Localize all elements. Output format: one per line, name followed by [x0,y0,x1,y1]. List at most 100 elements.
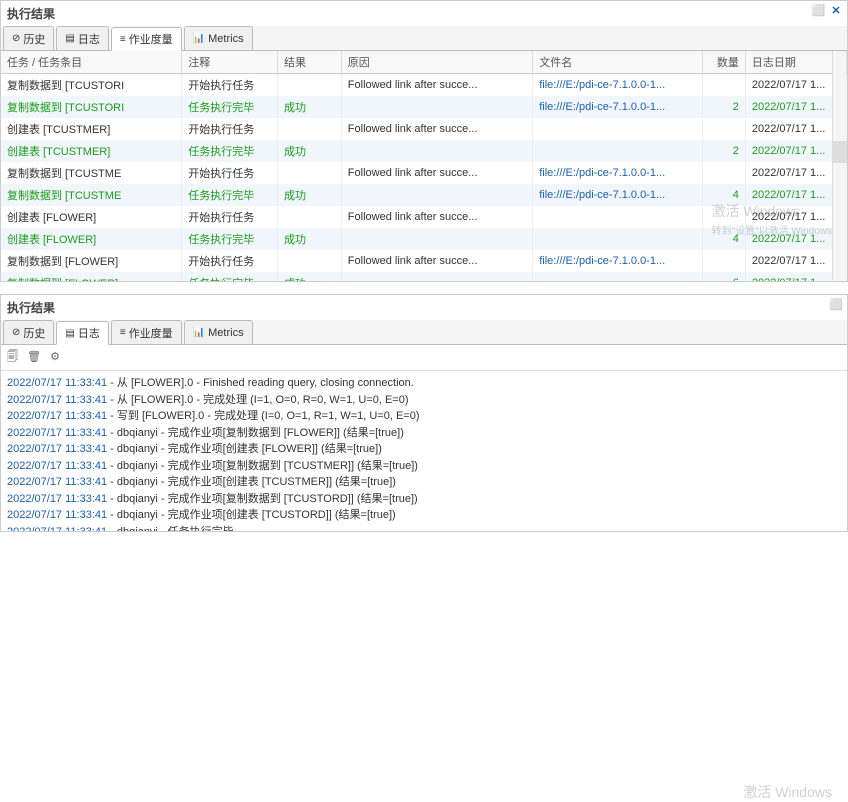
tab-icon: ⊘ [12,327,20,338]
cell [533,206,703,228]
cell: Followed link after succe... [341,250,532,272]
cell [703,250,746,272]
cell: 复制数据到 [TCUSTME [1,162,182,184]
cell [278,74,342,97]
tab-icon: ▤ [65,328,74,339]
scrollbar[interactable] [832,51,846,280]
cell: 创建表 [FLOWER] [1,206,182,228]
log-line: 2022/07/17 11:33:41 - 从 [FLOWER].0 - Fin… [7,375,841,392]
th-comment[interactable]: 注释 [182,51,278,74]
cell: 任务执行完毕 [182,184,278,206]
tabs-bar-2: ⊘历史▤日志≡作业度量📊Metrics [1,320,847,345]
log-timestamp: 2022/07/17 11:33:41 [7,377,107,389]
table-row[interactable]: 创建表 [FLOWER]开始执行任务Followed link after su… [1,206,847,228]
cell [278,118,342,140]
metrics-table-wrap[interactable]: 任务 / 任务条目 注释 结果 原因 文件名 数量 日志日期 复制数据到 [TC… [1,51,847,281]
cell [533,118,703,140]
cell: 任务执行完毕 [182,96,278,118]
table-row[interactable]: 创建表 [FLOWER]任务执行完毕成功42022/07/17 1... [1,228,847,250]
table-row[interactable]: 创建表 [TCUSTMER]任务执行完毕成功22022/07/17 1... [1,140,847,162]
results-panel-1: 执行结果 ⬜ ✕ ⊘历史▤日志≡作业度量📊Metrics 任务 / 任务条目 注… [0,0,848,282]
th-task[interactable]: 任务 / 任务条目 [1,51,182,74]
tab-metrics[interactable]: 📊Metrics [184,320,253,344]
th-reason[interactable]: 原因 [341,51,532,74]
log-message: - dbqianyi - 完成作业项[创建表 [FLOWER]] (结果=[tr… [107,443,382,455]
cell [703,118,746,140]
table-row[interactable]: 复制数据到 [FLOWER]任务执行完毕成功62022/07/17 1... [1,272,847,281]
table-body: 复制数据到 [TCUSTORI开始执行任务Followed link after… [1,74,847,282]
log-timestamp: 2022/07/17 11:33:41 [7,410,107,422]
maximize-icon[interactable]: ⬜ [829,298,843,312]
results-panel-2: 执行结果 ⬜ ⊘历史▤日志≡作业度量📊Metrics 🗐 🗑 ⚙ 2022/07… [0,294,848,532]
cell: 开始执行任务 [182,162,278,184]
log-timestamp: 2022/07/17 11:33:41 [7,443,107,455]
table-row[interactable]: 复制数据到 [TCUSTME开始执行任务 Followed link after … [1,162,847,184]
cell: file:///E:/pdi-ce-7.1.0.0-1... [533,74,703,97]
log-line: 2022/07/17 11:33:41 - dbqianyi - 完成作业项[复… [7,425,841,442]
th-file[interactable]: 文件名 [533,51,703,74]
cell: 2 [703,96,746,118]
tab-label: Metrics [208,327,243,339]
table-row[interactable]: 复制数据到 [TCUSTME任务执行完毕成功file:///E:/pdi-ce-… [1,184,847,206]
log-message: - 从 [FLOWER].0 - Finished reading query,… [107,377,414,389]
tab-日志[interactable]: ▤日志 [56,26,108,50]
log-timestamp: 2022/07/17 11:33:41 [7,476,107,488]
tab-日志[interactable]: ▤日志 [56,321,108,345]
log-text-area[interactable]: 2022/07/17 11:33:41 - 从 [FLOWER].0 - Fin… [1,371,847,531]
tab-label: Metrics [208,33,243,45]
log-timestamp: 2022/07/17 11:33:41 [7,526,107,532]
log-line: 2022/07/17 11:33:41 - dbqianyi - 完成作业项[创… [7,507,841,524]
cell [703,74,746,97]
log-line: 2022/07/17 11:33:41 - 从 [FLOWER].0 - 完成处… [7,392,841,409]
cell: 开始执行任务 [182,206,278,228]
maximize-icon[interactable]: ⬜ [812,4,826,18]
settings-icon[interactable]: ⚙ [50,350,60,363]
close-icon[interactable]: ✕ [829,4,843,18]
log-timestamp: 2022/07/17 11:33:41 [7,394,107,406]
log-line: 2022/07/17 11:33:41 - dbqianyi - 完成作业项[复… [7,491,841,508]
tab-作业度量[interactable]: ≡作业度量 [111,27,182,51]
log-message: - 从 [FLOWER].0 - 完成处理 (I=1, O=0, R=0, W=… [107,394,408,406]
table-row[interactable]: 复制数据到 [TCUSTORI任务执行完毕成功file:///E:/pdi-ce… [1,96,847,118]
cell [341,228,532,250]
table-row[interactable]: 复制数据到 [FLOWER]开始执行任务Followed link after … [1,250,847,272]
windows-watermark-2: 激活 Windows [743,782,832,802]
log-timestamp: 2022/07/17 11:33:41 [7,427,107,439]
tab-label: 作业度量 [129,31,173,47]
cell: 成功 [278,184,342,206]
tab-作业度量[interactable]: ≡作业度量 [111,320,182,344]
cell [341,184,532,206]
table-row[interactable]: 创建表 [TCUSTMER]开始执行任务Followed link after … [1,118,847,140]
cell: 任务执行完毕 [182,272,278,281]
cell: Followed link after succe... [341,162,532,184]
tab-历史[interactable]: ⊘历史 [3,26,54,50]
log-message: - dbqianyi - 完成作业项[复制数据到 [TCUSTORD]] (结果… [107,493,418,505]
cell [341,272,532,281]
panel-title-bar: 执行结果 ⬜ ✕ [1,1,847,26]
log-timestamp: 2022/07/17 11:33:41 [7,460,107,472]
tab-label: 历史 [23,325,45,341]
th-count[interactable]: 数量 [703,51,746,74]
log-line: 2022/07/17 11:33:41 - dbqianyi - 完成作业项[创… [7,474,841,491]
cell: 开始执行任务 [182,74,278,97]
table-row[interactable]: 复制数据到 [TCUSTORI开始执行任务Followed link after… [1,74,847,97]
delete-icon[interactable]: 🗑 [27,350,41,363]
th-result[interactable]: 结果 [278,51,342,74]
cell: 创建表 [FLOWER] [1,228,182,250]
cell: file:///E:/pdi-ce-7.1.0.0-1... [533,96,703,118]
tab-历史[interactable]: ⊘历史 [3,320,54,344]
log-line: 2022/07/17 11:33:41 - dbqianyi - 完成作业项[复… [7,458,841,475]
tab-icon: 📊 [193,327,205,338]
cell [278,250,342,272]
scrollbar-handle[interactable] [833,141,847,163]
cell: 复制数据到 [TCUSTME [1,184,182,206]
table-header-row: 任务 / 任务条目 注释 结果 原因 文件名 数量 日志日期 [1,51,847,74]
cell [341,140,532,162]
metrics-table: 任务 / 任务条目 注释 结果 原因 文件名 数量 日志日期 复制数据到 [TC… [1,51,847,281]
copy-icon[interactable]: 🗐 [7,348,18,367]
panel-title-text: 执行结果 [7,7,55,21]
log-message: - dbqianyi - 完成作业项[复制数据到 [TCUSTMER]] (结果… [107,460,418,472]
log-message: - dbqianyi - 完成作业项[创建表 [TCUSTORD]] (结果=[… [107,509,396,521]
tab-metrics[interactable]: 📊Metrics [184,26,253,50]
tab-icon: ≡ [120,327,126,338]
